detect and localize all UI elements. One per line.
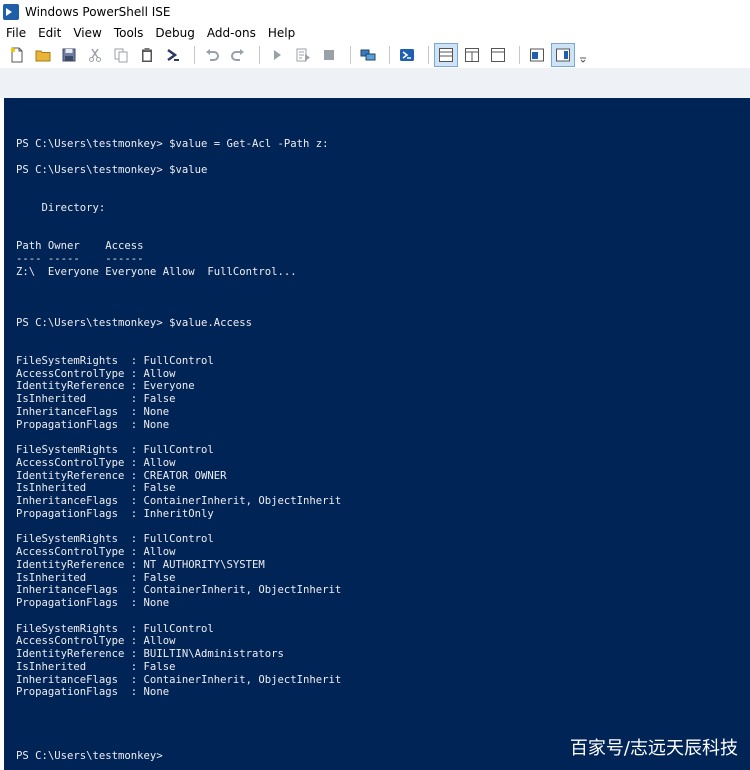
title-bar: Windows PowerShell ISE — [0, 0, 750, 24]
show-script-pane-icon[interactable] — [526, 44, 548, 66]
console-line: PropagationFlags : None — [16, 418, 170, 431]
menu-bar: File Edit View Tools Debug Add-ons Help — [0, 24, 750, 42]
menu-help[interactable]: Help — [262, 24, 301, 42]
console-line: IsInherited : False — [16, 482, 176, 495]
save-icon[interactable] — [58, 44, 80, 66]
powershell-app-icon — [3, 4, 19, 20]
console-line: Directory: — [16, 201, 106, 214]
console-line: FileSystemRights : FullControl — [16, 354, 214, 367]
console-line: IdentityReference : CREATOR OWNER — [16, 469, 227, 482]
console-line: Z:\ Everyone Everyone Allow FullControl.… — [16, 265, 297, 278]
console-line: InheritanceFlags : ContainerInherit, Obj… — [16, 584, 342, 597]
prompt-line: PS C:\Users\testmonkey> $value — [16, 163, 208, 176]
stop-icon[interactable] — [318, 44, 340, 66]
menu-tools[interactable]: Tools — [108, 24, 150, 42]
prompt-line: PS C:\Users\testmonkey> $value.Access — [16, 316, 252, 329]
watermark: 百家号/志远天辰科技 — [569, 738, 738, 759]
copy-icon[interactable] — [110, 44, 132, 66]
console-line: InheritanceFlags : ContainerInherit, Obj… — [16, 673, 342, 686]
console-line: IdentityReference : BUILTIN\Administrato… — [16, 648, 284, 660]
console-line: IsInherited : False — [16, 660, 176, 673]
console-pane[interactable]: PS C:\Users\testmonkey> $value = Get-Acl… — [4, 98, 750, 770]
prompt-line: PS C:\Users\testmonkey> — [16, 750, 163, 762]
open-folder-icon[interactable] — [32, 44, 54, 66]
paste-icon[interactable] — [136, 44, 158, 66]
console-line: InheritanceFlags : ContainerInherit, Obj… — [16, 495, 342, 507]
console-line: AccessControlType : Allow — [16, 456, 176, 469]
console-line: AccessControlType : Allow — [16, 546, 176, 558]
show-script-pane-right-icon[interactable] — [461, 44, 483, 66]
menu-debug[interactable]: Debug — [149, 24, 200, 42]
console-line: FileSystemRights : FullControl — [16, 622, 214, 635]
new-file-icon[interactable] — [6, 44, 28, 66]
toolbar-separator — [519, 46, 520, 64]
start-powershell-icon[interactable] — [396, 44, 418, 66]
overflow-icon[interactable] — [578, 44, 588, 66]
toolbar — [0, 42, 750, 68]
console-line: InheritanceFlags : None — [16, 405, 170, 418]
menu-file[interactable]: File — [0, 24, 32, 42]
script-pane-strip — [0, 68, 750, 98]
console-line: AccessControlType : Allow — [16, 635, 176, 648]
console-line: FileSystemRights : FullControl — [16, 533, 214, 546]
toolbar-separator — [389, 46, 390, 64]
toolbar-separator — [350, 46, 351, 64]
show-script-pane-top-icon[interactable] — [434, 43, 458, 67]
console-line: ---- ----- ------ — [16, 252, 144, 265]
prompt-line: PS C:\Users\testmonkey> $value = Get-Acl… — [16, 138, 329, 150]
show-script-pane-maximized-icon[interactable] — [487, 44, 509, 66]
powershell-icon[interactable] — [162, 44, 184, 66]
undo-icon[interactable] — [201, 44, 223, 66]
run-icon[interactable] — [266, 44, 288, 66]
console-line: FileSystemRights : FullControl — [16, 444, 214, 456]
redo-icon[interactable] — [227, 44, 249, 66]
toolbar-separator — [194, 46, 195, 64]
console-line: PropagationFlags : None — [16, 686, 170, 699]
console-line: Path Owner Access — [16, 240, 144, 252]
toolbar-separator — [259, 46, 260, 64]
run-selection-icon[interactable] — [292, 44, 314, 66]
window-title: Windows PowerShell ISE — [25, 5, 171, 19]
toolbar-separator — [428, 46, 429, 64]
console-line: IdentityReference : Everyone — [16, 380, 195, 393]
console-line: AccessControlType : Allow — [16, 367, 176, 380]
show-commands-icon[interactable] — [551, 43, 575, 67]
console-line: IdentityReference : NT AUTHORITY\SYSTEM — [16, 558, 265, 571]
console-output: PS C:\Users\testmonkey> $value = Get-Acl… — [16, 138, 341, 763]
console-line: PropagationFlags : None — [16, 597, 170, 609]
cut-icon[interactable] — [84, 44, 106, 66]
menu-add-ons[interactable]: Add-ons — [201, 24, 262, 42]
remote-powershell-icon[interactable] — [357, 44, 379, 66]
menu-edit[interactable]: Edit — [32, 24, 67, 42]
console-line: IsInherited : False — [16, 571, 176, 584]
menu-view[interactable]: View — [67, 24, 107, 42]
console-line: IsInherited : False — [16, 393, 176, 405]
console-line: PropagationFlags : InheritOnly — [16, 507, 214, 520]
